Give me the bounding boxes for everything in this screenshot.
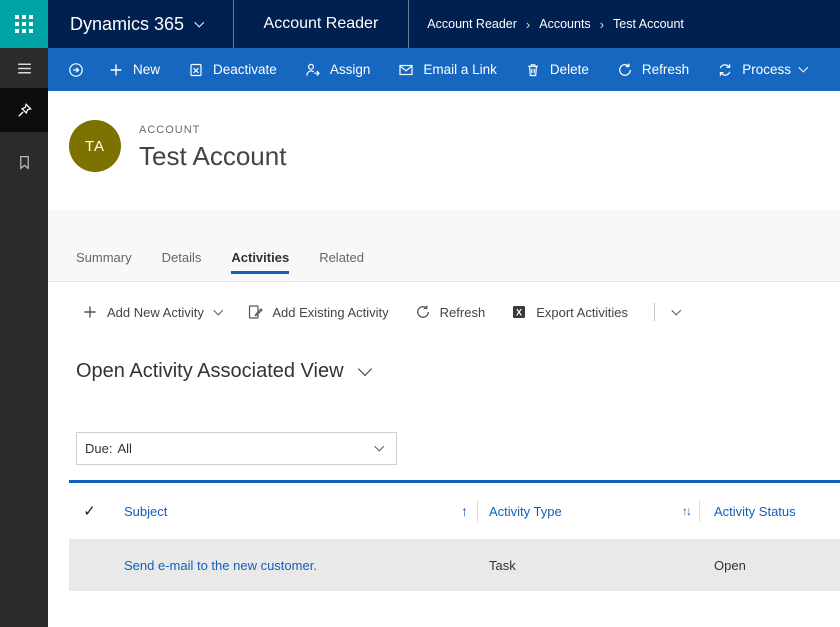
avatar: TA xyxy=(69,120,121,172)
chevron-down-icon xyxy=(357,361,371,375)
export-activities-button[interactable]: X Export Activities xyxy=(511,304,628,320)
more-commands-button[interactable] xyxy=(669,307,684,318)
bookmark-icon xyxy=(16,154,33,171)
activities-grid: ✓ Subject ↑ Activity Type ↑↓ Activity St… xyxy=(69,480,840,591)
email-link-button[interactable]: Email a Link xyxy=(384,48,511,91)
activity-status-cell: Open xyxy=(700,539,840,591)
export-excel-icon: X xyxy=(511,304,527,320)
plus-icon xyxy=(82,304,98,320)
activity-type-cell: Task xyxy=(478,539,700,591)
plus-icon xyxy=(108,62,124,78)
breadcrumb-app[interactable]: Account Reader xyxy=(427,17,517,31)
tab-details[interactable]: Details xyxy=(162,250,202,274)
refresh-icon xyxy=(415,304,431,320)
menu-toggle-button[interactable] xyxy=(0,48,48,88)
svg-text:X: X xyxy=(516,308,522,318)
pin-nav-button[interactable] xyxy=(0,88,48,132)
chevron-down-icon xyxy=(799,63,808,72)
view-selector[interactable]: Open Activity Associated View xyxy=(76,360,840,383)
column-header-activity-type[interactable]: Activity Type ↑↓ xyxy=(478,483,700,539)
assign-button[interactable]: Assign xyxy=(291,48,385,91)
record-navigator-icon xyxy=(68,62,84,78)
export-activities-label: Export Activities xyxy=(536,305,628,320)
subject-link[interactable]: Send e-mail to the new customer. xyxy=(124,558,317,573)
add-existing-icon xyxy=(247,304,263,320)
tab-summary[interactable]: Summary xyxy=(76,250,132,274)
add-new-activity-label: Add New Activity xyxy=(107,305,204,320)
record-title: Test Account xyxy=(139,141,286,172)
delete-label: Delete xyxy=(550,62,589,77)
breadcrumb-separator-icon: › xyxy=(526,17,530,32)
new-label: New xyxy=(133,62,160,77)
checkmark-icon: ✓ xyxy=(83,502,96,520)
add-existing-activity-button[interactable]: Add Existing Activity xyxy=(247,304,388,320)
record-set-toggle-button[interactable] xyxy=(56,48,94,91)
nav-sidebar xyxy=(0,48,48,627)
table-row[interactable]: Send e-mail to the new customer. Task Op… xyxy=(69,539,840,591)
new-button[interactable]: New xyxy=(94,48,174,91)
delete-button[interactable]: Delete xyxy=(511,48,603,91)
hamburger-icon xyxy=(16,60,33,77)
email-icon xyxy=(398,62,414,78)
sort-ascending-icon: ↑ xyxy=(461,503,468,519)
brand-label: Dynamics 365 xyxy=(70,14,184,35)
due-filter-label: Due: xyxy=(85,441,112,456)
deactivate-label: Deactivate xyxy=(213,62,277,77)
activities-toolbar: Add New Activity Add Existing Activity R… xyxy=(82,296,840,328)
refresh-activities-button[interactable]: Refresh xyxy=(415,304,486,320)
tab-activities[interactable]: Activities xyxy=(231,250,289,274)
app-window: Dynamics 365 Account Reader Account Read… xyxy=(0,0,840,627)
grid-header-row: ✓ Subject ↑ Activity Type ↑↓ Activity St… xyxy=(69,483,840,539)
email-link-label: Email a Link xyxy=(423,62,497,77)
refresh-activities-label: Refresh xyxy=(440,305,486,320)
column-header-activity-status[interactable]: Activity Status xyxy=(700,483,840,539)
process-icon xyxy=(717,62,733,78)
chevron-down-icon xyxy=(195,17,204,26)
tab-strip: Summary Details Activities Related xyxy=(48,210,840,282)
chevron-down-icon xyxy=(213,305,222,314)
due-filter-value: All xyxy=(117,441,131,456)
breadcrumb-separator-icon: › xyxy=(600,17,604,32)
refresh-button[interactable]: Refresh xyxy=(603,48,703,91)
column-header-subject[interactable]: Subject ↑ xyxy=(110,483,478,539)
toolbar-divider xyxy=(654,303,655,321)
deactivate-button[interactable]: Deactivate xyxy=(174,48,291,91)
trash-icon xyxy=(525,62,541,78)
top-navbar: Dynamics 365 Account Reader Account Read… xyxy=(0,0,840,48)
column-activity-type-label: Activity Type xyxy=(489,504,562,519)
dynamics-brand-menu[interactable]: Dynamics 365 xyxy=(48,0,233,48)
pin-icon xyxy=(16,102,33,119)
bookmark-nav-button[interactable] xyxy=(0,140,48,184)
sort-both-icon: ↑↓ xyxy=(682,504,690,518)
due-filter-dropdown[interactable]: Due: All xyxy=(76,432,397,465)
command-bar: New Deactivate Assign Email a Link Delet… xyxy=(48,48,840,91)
waffle-icon xyxy=(15,15,33,33)
deactivate-icon xyxy=(188,62,204,78)
form-body: TA ACCOUNT Test Account Summary Details … xyxy=(48,91,840,627)
add-existing-activity-label: Add Existing Activity xyxy=(272,305,388,320)
assign-label: Assign xyxy=(330,62,371,77)
record-header: TA ACCOUNT Test Account xyxy=(48,91,840,210)
assign-icon xyxy=(305,62,321,78)
chevron-down-icon xyxy=(374,442,383,451)
process-button[interactable]: Process xyxy=(703,48,820,91)
view-selector-label: Open Activity Associated View xyxy=(76,360,344,383)
column-subject-label: Subject xyxy=(124,504,167,519)
refresh-label: Refresh xyxy=(642,62,689,77)
breadcrumb-entity[interactable]: Accounts xyxy=(539,17,590,31)
process-label: Process xyxy=(742,62,791,77)
select-all-checkbox[interactable]: ✓ xyxy=(69,483,110,539)
breadcrumb: Account Reader › Accounts › Test Account xyxy=(409,0,684,48)
add-new-activity-button[interactable]: Add New Activity xyxy=(82,304,221,320)
app-name-title: Account Reader xyxy=(234,0,409,48)
breadcrumb-record[interactable]: Test Account xyxy=(613,17,684,31)
refresh-icon xyxy=(617,62,633,78)
entity-label: ACCOUNT xyxy=(139,124,286,136)
column-activity-status-label: Activity Status xyxy=(714,504,796,519)
tab-related[interactable]: Related xyxy=(319,250,364,274)
row-checkbox[interactable] xyxy=(69,539,110,591)
app-launcher-button[interactable] xyxy=(0,0,48,48)
chevron-down-icon xyxy=(672,305,681,314)
